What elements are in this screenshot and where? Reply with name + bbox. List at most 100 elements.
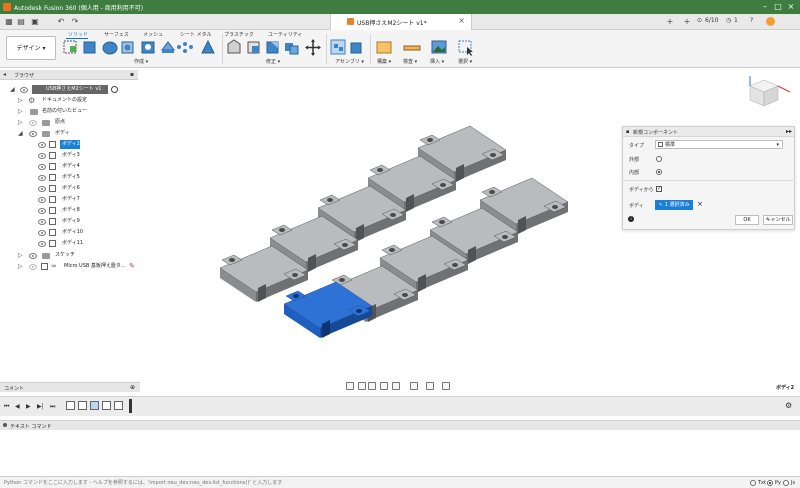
- zoom-icon[interactable]: [380, 382, 388, 390]
- new-component-icon[interactable]: [63, 40, 77, 54]
- close-tab-icon[interactable]: ×: [458, 16, 465, 25]
- undo-icon[interactable]: ↶: [56, 17, 66, 27]
- visibility-icon[interactable]: [38, 142, 46, 148]
- tab-utilities[interactable]: ユーティリティ: [268, 31, 302, 38]
- visibility-icon[interactable]: [38, 164, 46, 170]
- tab-sheet-metal[interactable]: シート メタル: [180, 31, 212, 38]
- comments-panel[interactable]: コメント ⊕: [0, 382, 140, 392]
- bodies-selection-button[interactable]: ↖ 1 選択済み: [655, 200, 693, 210]
- timeline-feature[interactable]: [78, 401, 87, 410]
- data-panel-icon[interactable]: ▦: [4, 17, 14, 27]
- js-mode-radio[interactable]: [783, 480, 789, 486]
- save-icon[interactable]: ▣: [30, 17, 40, 27]
- tree-item-body[interactable]: ボディ10: [36, 227, 138, 238]
- model-canvas[interactable]: [140, 70, 800, 392]
- visibility-icon[interactable]: [29, 264, 37, 270]
- tab-mesh[interactable]: メッシュ: [143, 31, 163, 38]
- text-command-output[interactable]: [0, 430, 800, 476]
- pan-icon[interactable]: [368, 382, 376, 390]
- python-command-input[interactable]: [4, 479, 744, 487]
- document-tab[interactable]: USB押さえM2シート v1* ×: [330, 14, 472, 30]
- measure-icon[interactable]: [403, 45, 421, 51]
- collapse-icon[interactable]: ▪: [626, 129, 629, 135]
- new-component-assembly-icon[interactable]: [330, 39, 346, 55]
- timeline-feature[interactable]: [90, 401, 99, 410]
- construct-group-label[interactable]: 構築 ▾: [377, 58, 391, 65]
- tree-item-linked-component[interactable]: ▷ ∞ Micro USB 基板押え盤タ... ✎: [18, 261, 138, 272]
- browser-root-row[interactable]: ◢ USB押さえM2シート v1: [10, 84, 140, 95]
- tree-item-body[interactable]: ボディ9: [36, 216, 138, 227]
- internal-radio[interactable]: [656, 169, 662, 175]
- help-icon[interactable]: ?: [750, 17, 753, 24]
- collapse-arrow-icon[interactable]: ◢: [10, 86, 15, 93]
- notification-count[interactable]: 1: [734, 17, 738, 24]
- info-icon[interactable]: i: [628, 216, 634, 222]
- add-comment-icon[interactable]: ⊕: [130, 384, 135, 391]
- external-radio[interactable]: [656, 156, 662, 162]
- expand-arrow-icon[interactable]: ▷: [18, 117, 23, 128]
- tree-item-document-settings[interactable]: ▷ ⚙ ドキュメントの設定: [18, 95, 138, 106]
- tab-solid[interactable]: ソリッド: [68, 31, 88, 38]
- tree-item-body[interactable]: ボディ11: [36, 238, 138, 249]
- revolve-icon[interactable]: [102, 41, 118, 55]
- expand-dialog-icon[interactable]: ▸▸: [786, 128, 792, 135]
- go-to-end-icon[interactable]: ⏭: [50, 403, 55, 411]
- edit-icon[interactable]: ✎: [129, 261, 135, 272]
- timeline-feature[interactable]: [66, 401, 75, 410]
- tree-item-origin[interactable]: ▷ 原点: [18, 117, 138, 128]
- offset-plane-icon[interactable]: [376, 41, 392, 54]
- close-window-button[interactable]: ×: [786, 2, 796, 12]
- visibility-icon[interactable]: [38, 197, 46, 203]
- viewports-icon[interactable]: [442, 382, 450, 390]
- loft-icon[interactable]: [201, 39, 215, 54]
- visibility-icon[interactable]: [29, 253, 37, 259]
- grid-settings-icon[interactable]: [426, 382, 434, 390]
- minimize-button[interactable]: –: [760, 2, 770, 12]
- py-mode-radio[interactable]: [767, 480, 773, 486]
- tree-item-body[interactable]: ボディ4: [36, 161, 138, 172]
- visibility-icon[interactable]: [38, 208, 46, 214]
- redo-icon[interactable]: ↷: [70, 17, 80, 27]
- timeline-feature[interactable]: [114, 401, 123, 410]
- tree-item-body[interactable]: ボディ2: [36, 139, 138, 150]
- press-pull-icon[interactable]: [227, 39, 241, 54]
- visibility-icon[interactable]: [29, 120, 37, 126]
- visibility-icon[interactable]: [38, 175, 46, 181]
- tree-item-body[interactable]: ボディ5: [36, 172, 138, 183]
- expand-arrow-icon[interactable]: ▷: [18, 250, 23, 261]
- text-command-header[interactable]: テキスト コマンド: [0, 420, 800, 430]
- go-to-start-icon[interactable]: ⏮: [4, 403, 9, 411]
- notification-icon[interactable]: ◷: [726, 17, 731, 24]
- expand-arrow-icon[interactable]: ▷: [18, 95, 23, 106]
- browser-header[interactable]: ◂ ブラウザ ▪: [0, 70, 138, 80]
- cancel-button[interactable]: キャンセル: [763, 215, 793, 225]
- plus-icon[interactable]: +: [682, 17, 692, 27]
- select-icon[interactable]: [458, 40, 473, 56]
- hole-icon[interactable]: [141, 41, 155, 54]
- pattern-icon[interactable]: [177, 42, 193, 53]
- fillet-icon[interactable]: [247, 41, 260, 54]
- tree-item-body[interactable]: ボディ7: [36, 194, 138, 205]
- visibility-icon[interactable]: [38, 186, 46, 192]
- select-group-label[interactable]: 選択 ▾: [458, 58, 472, 65]
- sweep-icon[interactable]: [121, 41, 134, 54]
- tree-item-sketches[interactable]: ▷ スケッチ: [18, 250, 138, 261]
- tree-item-body[interactable]: ボディ6: [36, 183, 138, 194]
- viewcube[interactable]: [732, 74, 796, 114]
- tree-item-body[interactable]: ボディ3: [36, 150, 138, 161]
- insert-group-label[interactable]: 挿入 ▾: [430, 58, 444, 65]
- timeline-marker[interactable]: [129, 399, 132, 413]
- extrude-icon[interactable]: [83, 41, 96, 54]
- tree-item-body[interactable]: ボディ8: [36, 205, 138, 216]
- display-settings-icon[interactable]: [410, 382, 418, 390]
- from-bodies-checkbox[interactable]: ✓: [656, 186, 662, 192]
- job-status[interactable]: 6/10: [705, 17, 718, 24]
- modify-group-label[interactable]: 修正 ▾: [266, 58, 280, 65]
- collapse-icon[interactable]: ◂: [3, 71, 6, 78]
- joint-icon[interactable]: [350, 42, 362, 54]
- timeline-settings-icon[interactable]: ⚙: [785, 401, 792, 410]
- expand-arrow-icon[interactable]: ▷: [18, 106, 23, 117]
- play-icon[interactable]: ▶: [26, 403, 31, 410]
- step-back-icon[interactable]: ◀: [15, 403, 20, 410]
- file-menu-icon[interactable]: ▤: [16, 17, 26, 27]
